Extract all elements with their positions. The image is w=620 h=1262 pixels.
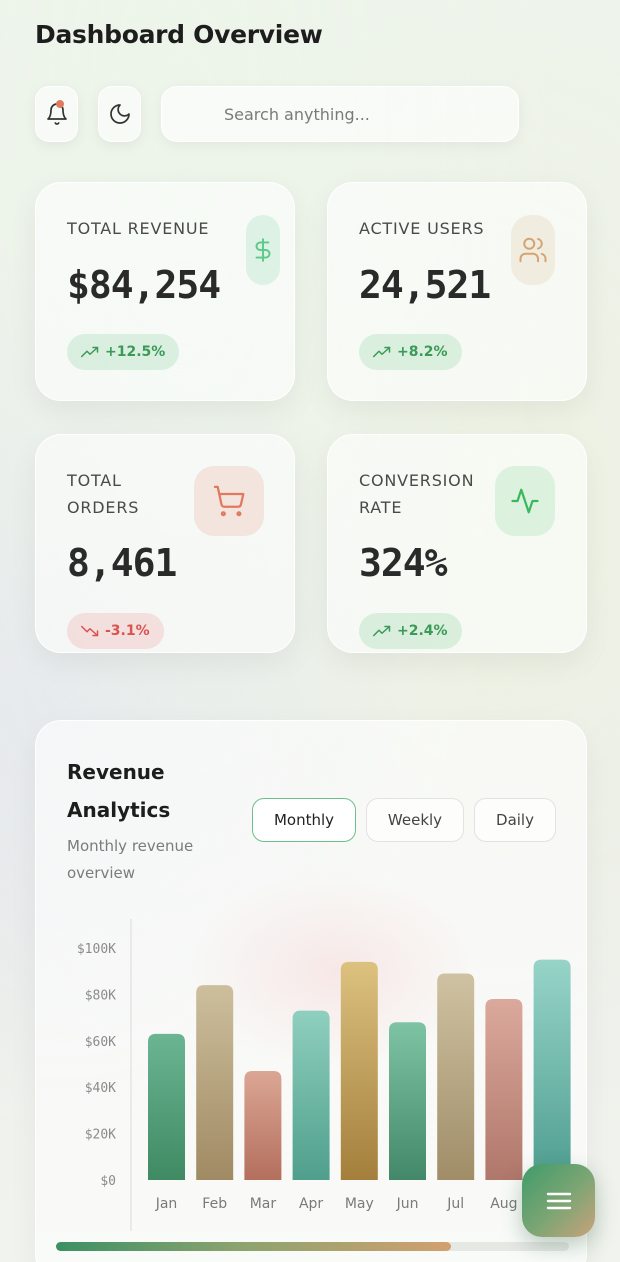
stat-card-revenue[interactable]: TOTAL REVENUE $84,254 +12.5% <box>35 182 295 401</box>
tab-weekly[interactable]: Weekly <box>366 798 464 842</box>
activity-icon <box>511 488 539 514</box>
trend-up-icon <box>373 625 391 637</box>
analytics-title: Revenue Analytics <box>67 760 171 822</box>
y-tick-label: $60K <box>85 1035 116 1050</box>
stat-icon-container <box>194 466 264 536</box>
bar-jan[interactable] <box>148 1033 185 1180</box>
y-tick-label: $20K <box>85 1128 116 1143</box>
stat-value: 324% <box>359 541 448 585</box>
y-tick-label: $80K <box>85 988 116 1003</box>
y-tick-label: $100K <box>77 942 116 957</box>
theme-toggle-button[interactable] <box>98 86 141 142</box>
notifications-button[interactable] <box>35 86 78 142</box>
x-tick-label: Aug <box>490 1196 517 1212</box>
stat-label: ACTIVE USERS <box>359 219 485 238</box>
stat-card-conversion[interactable]: CONVERSION RATE 324% +2.4% <box>327 434 587 653</box>
trend-down-icon <box>81 625 99 637</box>
search-input[interactable] <box>162 87 518 141</box>
users-icon <box>519 237 547 263</box>
analytics-subtitle: Monthly revenue overview <box>67 837 194 882</box>
bar-jun[interactable] <box>389 1022 426 1180</box>
stat-change-badge: +8.2% <box>359 334 462 370</box>
stat-label: CONVERSION RATE <box>359 471 475 517</box>
stat-change-text: -3.1% <box>105 623 150 639</box>
stat-change-text: +2.4% <box>397 623 448 639</box>
x-tick-label: Jun <box>396 1196 419 1212</box>
trend-up-icon <box>373 346 391 358</box>
y-tick-label: $40K <box>85 1081 116 1096</box>
stat-label: TOTAL ORDERS <box>67 471 140 517</box>
stat-change-badge: -3.1% <box>67 613 164 649</box>
stat-change-badge: +2.4% <box>359 613 462 649</box>
stat-card-users[interactable]: ACTIVE USERS 24,521 +8.2% <box>327 182 587 401</box>
x-tick-label: Apr <box>299 1196 323 1212</box>
bar-apr[interactable] <box>292 1010 330 1180</box>
revenue-bar-chart: $0 $20K $40K $60K $80K $100K Jan Feb Mar Apr May J… <box>77 919 571 1231</box>
stat-card-orders[interactable]: TOTAL ORDERS 8,461 -3.1% <box>35 434 295 653</box>
menu-button[interactable] <box>522 1164 595 1237</box>
stat-icon-container <box>495 466 555 536</box>
y-tick-label: $0 <box>100 1174 116 1189</box>
bar-sep[interactable] <box>533 959 571 1180</box>
page-title: Dashboard Overview <box>35 20 323 49</box>
progress-track <box>56 1242 569 1251</box>
bar-jul[interactable] <box>437 973 475 1180</box>
menu-icon <box>546 1192 571 1209</box>
revenue-analytics-card: Revenue Analytics Monthly revenue overvi… <box>35 720 587 1262</box>
stat-change-text: +12.5% <box>105 344 166 360</box>
stat-label: TOTAL REVENUE <box>67 219 210 238</box>
bar-mar[interactable] <box>244 1070 282 1180</box>
stat-change-text: +8.2% <box>397 344 448 360</box>
bar-feb[interactable] <box>196 985 234 1180</box>
tab-monthly[interactable]: Monthly <box>252 798 356 842</box>
stat-change-badge: +12.5% <box>67 334 180 370</box>
x-tick-label: Jul <box>446 1196 464 1212</box>
stat-icon-container <box>246 215 280 285</box>
cart-icon <box>213 485 245 517</box>
stat-value: 8,461 <box>67 541 177 585</box>
search-bar[interactable] <box>161 86 519 142</box>
stat-icon-container <box>511 215 555 285</box>
stat-value: $84,254 <box>67 263 221 307</box>
dollar-icon <box>255 238 271 262</box>
x-tick-label: Jan <box>155 1196 178 1212</box>
x-tick-label: Mar <box>250 1196 277 1212</box>
tab-daily[interactable]: Daily <box>474 798 556 842</box>
bar-aug[interactable] <box>485 999 523 1180</box>
notification-dot <box>56 100 64 108</box>
x-tick-label: Feb <box>202 1196 227 1212</box>
moon-icon <box>109 104 130 124</box>
x-tick-label: May <box>345 1196 374 1212</box>
bar-may[interactable] <box>340 961 378 1180</box>
stat-value: 24,521 <box>359 263 491 307</box>
trend-up-icon <box>81 346 99 358</box>
progress-fill <box>56 1242 451 1251</box>
